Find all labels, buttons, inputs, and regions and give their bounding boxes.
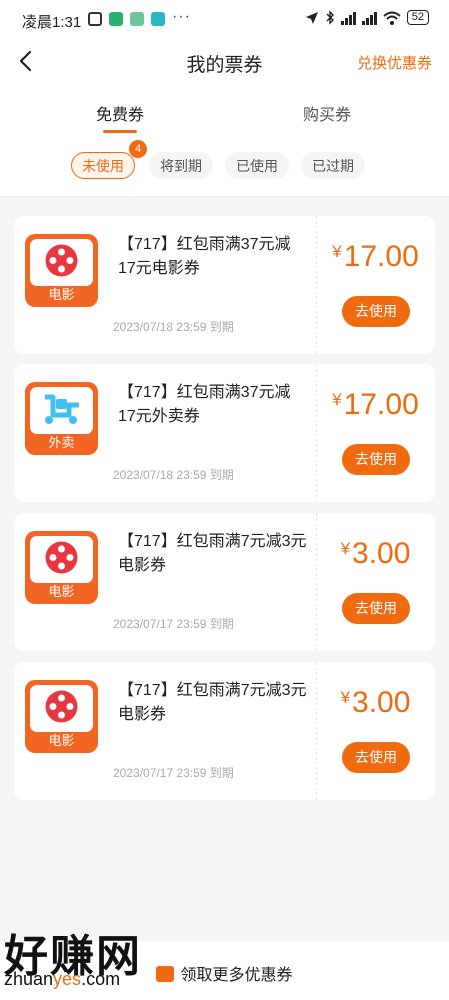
notification-icons <box>88 12 165 26</box>
coupon-card[interactable]: 电影 【717】红包雨满7元减3元电影券 2023/07/17 23:59 到期… <box>14 513 435 651</box>
movie-icon <box>45 244 78 277</box>
bluetooth-icon <box>326 10 334 25</box>
filter-used[interactable]: 已使用 <box>225 152 289 179</box>
use-coupon-button[interactable]: 去使用 <box>342 296 410 327</box>
currency-symbol: ¥ <box>340 539 351 558</box>
coupon-title: 【717】红包雨满7元减3元电影券 <box>118 533 307 574</box>
movie-icon <box>45 541 78 574</box>
watermark-url-prefix: zhuan <box>4 969 54 989</box>
app-notification-icon <box>130 12 144 26</box>
battery-icon: 52 <box>406 10 429 25</box>
coupon-type-icon: 电影 <box>25 680 98 753</box>
signal-icon <box>340 11 356 25</box>
signal-icon <box>361 11 377 25</box>
exchange-coupon-link[interactable]: 兑换优惠券 <box>357 52 432 73</box>
coupon-amount: ¥3.00 <box>316 686 435 720</box>
coupon-type-label: 电影 <box>48 287 75 302</box>
amount-value: 17.00 <box>343 388 419 421</box>
currency-symbol: ¥ <box>332 390 342 409</box>
coupon-amount: ¥17.00 <box>316 240 435 274</box>
watermark-url: zhuanyes.com <box>4 969 120 990</box>
filter-expired[interactable]: 已过期 <box>301 152 365 179</box>
location-icon <box>305 11 318 24</box>
use-coupon-button[interactable]: 去使用 <box>342 444 410 475</box>
use-coupon-button[interactable]: 去使用 <box>342 742 410 773</box>
wifi-icon <box>383 11 401 25</box>
card-divider <box>316 364 317 502</box>
amount-value: 3.00 <box>352 686 411 719</box>
coupon-type-icon: 电影 <box>25 234 98 307</box>
coupon-expiry: 2023/07/17 23:59 到期 <box>113 617 234 631</box>
unused-count-badge: 4 <box>129 140 147 158</box>
amount-value: 3.00 <box>352 537 411 570</box>
get-more-coupons-label: 领取更多优惠券 <box>180 967 293 984</box>
currency-symbol: ¥ <box>332 242 342 261</box>
card-divider <box>316 513 317 651</box>
currency-symbol: ¥ <box>340 688 351 707</box>
tab-free[interactable]: 免费券 <box>96 101 144 125</box>
scooter-icon <box>45 394 79 424</box>
app-notification-icon <box>88 12 102 26</box>
coupon-expiry: 2023/07/17 23:59 到期 <box>113 766 234 780</box>
app-notification-icon <box>109 12 123 26</box>
coupon-card[interactable]: 电影 【717】红包雨满7元减3元电影券 2023/07/17 23:59 到期… <box>14 662 435 800</box>
status-time: 凌晨1:31 <box>22 14 82 31</box>
filter-expiring[interactable]: 将到期 <box>149 152 213 179</box>
watermark-url-highlight: yes <box>53 969 82 989</box>
amount-value: 17.00 <box>343 240 419 273</box>
more-notifications-icon: ··· <box>172 8 191 25</box>
movie-icon <box>45 690 78 723</box>
card-divider <box>316 662 317 800</box>
watermark-url-suffix: .com <box>81 969 121 989</box>
coupon-expiry: 2023/07/18 23:59 到期 <box>113 468 234 482</box>
coupon-title: 【717】红包雨满37元减17元电影券 <box>118 236 291 277</box>
tab-purchased[interactable]: 购买券 <box>303 101 351 125</box>
status-bar: 凌晨1:31 ··· 52 <box>0 0 449 40</box>
coupon-type-icon: 电影 <box>25 531 98 604</box>
nav-bar: 我的票券 兑换优惠券 <box>0 40 449 85</box>
use-coupon-button[interactable]: 去使用 <box>342 593 410 624</box>
active-tab-indicator <box>103 130 137 133</box>
coupon-title: 【717】红包雨满7元减3元电影券 <box>118 682 307 723</box>
coupon-type-label: 外卖 <box>48 435 75 450</box>
coupon-card[interactable]: 电影 【717】红包雨满37元减17元电影券 2023/07/18 23:59 … <box>14 216 435 354</box>
coupon-title: 【717】红包雨满37元减17元外卖券 <box>118 384 291 425</box>
filter-unused[interactable]: 未使用 <box>71 152 135 179</box>
coupon-expiry: 2023/07/18 23:59 到期 <box>113 320 234 334</box>
status-filters: 未使用 将到期 已使用 已过期 <box>0 137 449 197</box>
coupon-amount: ¥3.00 <box>316 537 435 571</box>
coupon-type-icon: 外卖 <box>25 382 98 455</box>
card-divider <box>316 216 317 354</box>
gift-icon <box>156 966 175 982</box>
coupon-amount: ¥17.00 <box>316 388 435 422</box>
coupon-type-label: 电影 <box>48 584 75 599</box>
coupon-card[interactable]: 外卖 【717】红包雨满37元减17元外卖券 2023/07/18 23:59 … <box>14 364 435 502</box>
coupon-type-label: 电影 <box>48 733 75 748</box>
app-notification-icon <box>151 12 165 26</box>
status-indicators: 52 <box>305 10 429 25</box>
ticket-tabs: 免费券 购买券 <box>0 85 449 137</box>
